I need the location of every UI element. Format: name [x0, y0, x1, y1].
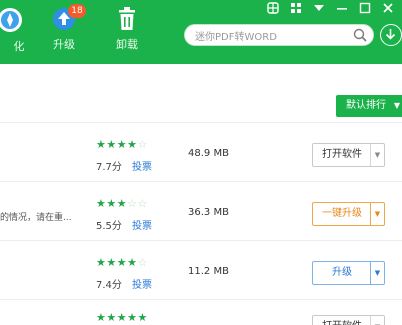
star-rating: ★★★★★	[96, 311, 148, 324]
skin-icon[interactable]	[267, 2, 279, 14]
list-item: ★★★★☆ 7.4分 投票 11.2 MB 升级 ▼	[0, 248, 402, 304]
one-click-upgrade-button[interactable]: 一键升级 ▼	[312, 202, 385, 226]
download-icon	[385, 29, 396, 40]
close-icon[interactable]	[382, 2, 394, 14]
window-controls	[267, 1, 394, 15]
optimize-icon	[0, 8, 22, 32]
top-toolbar: 化 18 升级 卸载	[0, 0, 402, 64]
toolbar-upgrade-button[interactable]: 18 升级	[42, 4, 86, 52]
minimize-icon[interactable]	[336, 2, 348, 14]
list-divider	[0, 240, 402, 241]
toolbar-upgrade-label: 升级	[53, 38, 75, 51]
score-text: 5.5分	[96, 221, 122, 232]
vote-link[interactable]: 投票	[132, 217, 152, 232]
chevron-down-icon[interactable]: ▼	[370, 144, 384, 166]
list-item: ★★★★★ 打开软件 ▼	[0, 307, 402, 325]
search-input[interactable]	[185, 27, 345, 48]
star-rating: ★★★☆☆	[96, 197, 148, 210]
chevron-down-icon: ▼	[393, 101, 400, 110]
file-size: 36.3 MB	[188, 207, 229, 218]
download-manager-button[interactable]	[380, 24, 402, 46]
maximize-icon[interactable]	[359, 2, 371, 14]
open-software-button[interactable]: 打开软件 ▼	[312, 143, 385, 167]
grid-menu-icon[interactable]	[290, 2, 302, 14]
toolbar-uninstall-button[interactable]: 卸载	[105, 6, 149, 52]
score-text: 7.7分	[96, 162, 122, 173]
star-rating: ★★★★☆	[96, 138, 148, 151]
list-item: 的情况，请在重... ★★★☆☆ 5.5分 投票 36.3 MB 一键升级 ▼	[0, 189, 402, 245]
list-divider	[0, 299, 402, 300]
open-software-button[interactable]: 打开软件 ▼	[312, 315, 385, 325]
vote-link[interactable]: 投票	[132, 276, 152, 291]
list-divider	[0, 122, 402, 123]
trash-icon	[119, 7, 135, 30]
upgrade-button[interactable]: 升级 ▼	[312, 261, 385, 285]
search-box	[184, 24, 374, 48]
toolbar-optimize-button[interactable]: 化	[0, 6, 32, 54]
list-item: ★★★★☆ 7.7分 投票 48.9 MB 打开软件 ▼	[0, 130, 402, 186]
score-text: 7.4分	[96, 280, 122, 291]
sort-label: 默认排行	[346, 100, 386, 111]
list-divider	[0, 181, 402, 182]
toolbar-uninstall-label: 卸载	[116, 38, 138, 51]
vote-link[interactable]: 投票	[132, 158, 152, 173]
action-label: 打开软件	[313, 316, 371, 325]
upgrade-count-badge: 18	[68, 4, 86, 18]
chevron-down-icon[interactable]: ▼	[370, 262, 384, 284]
dropdown-menu-icon[interactable]	[313, 2, 325, 14]
chevron-down-icon[interactable]: ▼	[370, 316, 384, 325]
item-description: 的情况，请在重...	[0, 213, 72, 223]
action-label: 打开软件	[322, 149, 362, 160]
star-rating: ★★★★☆	[96, 256, 148, 269]
toolbar-optimize-label: 化	[13, 40, 25, 53]
file-size: 11.2 MB	[188, 266, 229, 277]
chevron-down-icon[interactable]: ▼	[370, 203, 384, 225]
action-label: 升级	[332, 267, 352, 278]
action-label: 一键升级	[322, 208, 362, 219]
search-icon[interactable]	[353, 28, 367, 42]
sort-dropdown[interactable]: 默认排行 ▼	[336, 95, 402, 117]
file-size: 48.9 MB	[188, 148, 229, 159]
